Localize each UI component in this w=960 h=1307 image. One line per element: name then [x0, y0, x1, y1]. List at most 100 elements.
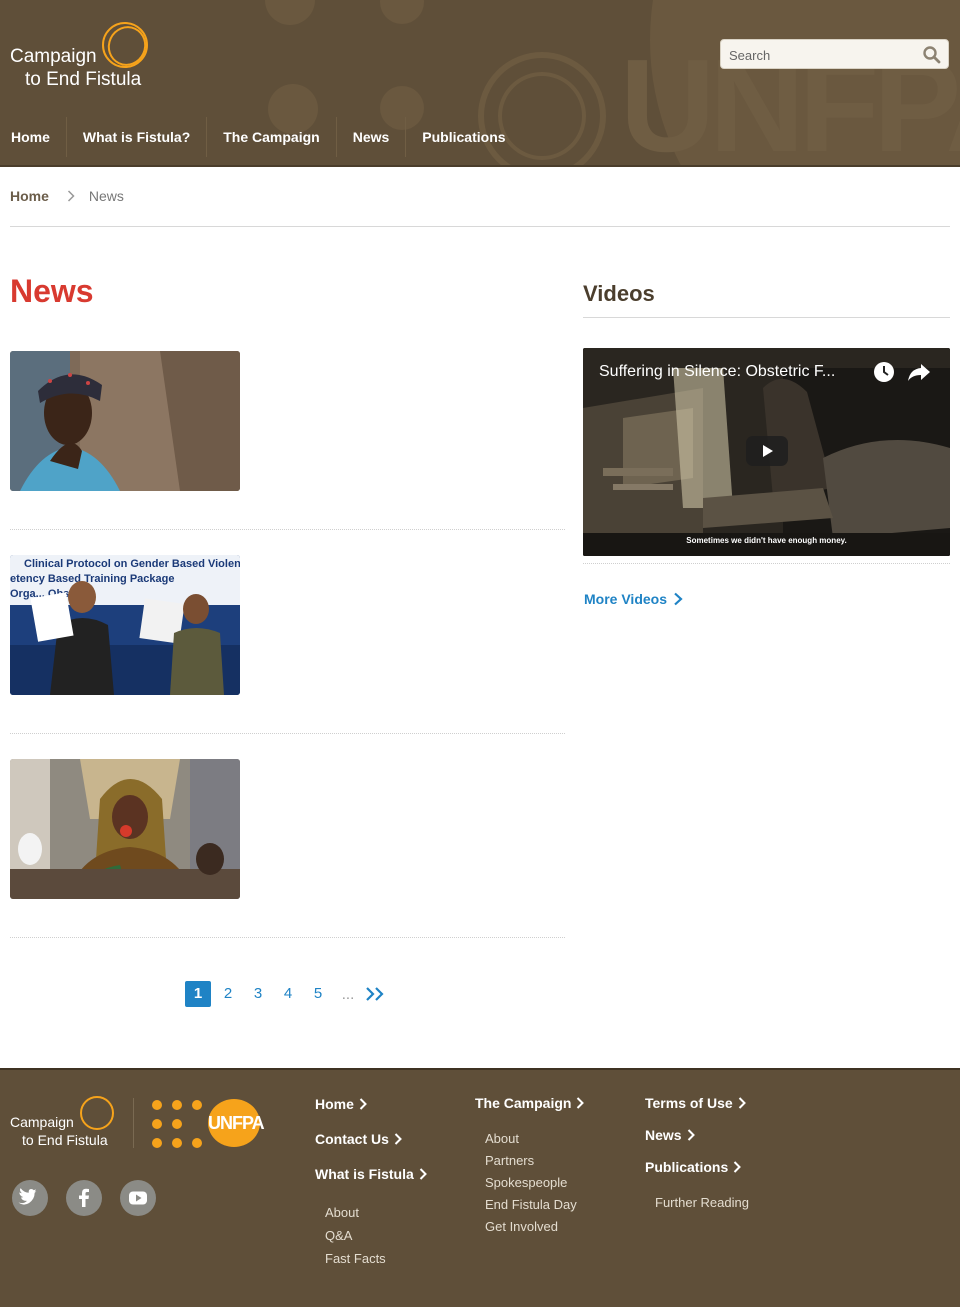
logo-text-line1: Campaign — [10, 46, 97, 67]
watch-later-icon[interactable] — [873, 361, 895, 383]
header-decoration-dot — [265, 0, 315, 25]
chevron-right-icon — [67, 190, 75, 202]
search-icon[interactable] — [922, 45, 942, 65]
footer-link-label: Contact Us — [315, 1131, 389, 1147]
videos-divider — [583, 317, 950, 318]
unfpa-dot — [192, 1100, 202, 1110]
breadcrumb: Home News — [10, 188, 124, 204]
footer-logo-line1: Campaign — [10, 1114, 74, 1130]
facebook-button[interactable] — [66, 1180, 102, 1216]
play-icon — [763, 445, 773, 457]
pagination: 1 2 3 4 5 ... — [185, 981, 387, 1007]
footer-link-news[interactable]: News — [645, 1127, 695, 1143]
footer-sublink-further-reading[interactable]: Further Reading — [655, 1195, 749, 1210]
footer-sublink-qa[interactable]: Q&A — [325, 1228, 352, 1243]
unfpa-dot — [152, 1100, 162, 1110]
chevron-right-icon — [359, 1098, 367, 1110]
page-title: News — [10, 273, 94, 309]
footer-link-label: The Campaign — [475, 1095, 572, 1111]
footer-link-terms-of-use[interactable]: Terms of Use — [645, 1095, 746, 1111]
nav-home[interactable]: Home — [0, 117, 67, 157]
footer-link-what-is-fistula[interactable]: What is Fistula — [315, 1166, 427, 1182]
chevron-right-icon — [738, 1097, 746, 1109]
page-5[interactable]: 5 — [305, 981, 331, 1007]
chevron-right-icon — [734, 1161, 742, 1173]
footer-sublink-partners[interactable]: Partners — [485, 1153, 534, 1168]
chevron-right-icon — [394, 1133, 402, 1145]
footer-link-label: Home — [315, 1096, 354, 1112]
footer-link-label: News — [645, 1127, 682, 1143]
logo-ring-icon — [80, 1096, 114, 1130]
page-1[interactable]: 1 — [185, 981, 211, 1007]
next-pages-icon[interactable] — [365, 986, 387, 1002]
video-title[interactable]: Suffering in Silence: Obstetric F... — [599, 363, 869, 381]
share-icon[interactable] — [907, 362, 931, 382]
header-decoration-dot — [380, 0, 424, 24]
search-box — [720, 39, 949, 69]
footer-logo-line2: to End Fistula — [22, 1132, 108, 1148]
twitter-icon — [18, 1188, 37, 1205]
unfpa-logo[interactable]: UNFPA — [150, 1098, 265, 1150]
footer-sublink-fast-facts[interactable]: Fast Facts — [325, 1251, 386, 1266]
breadcrumb-current: News — [88, 188, 124, 204]
footer-link-label: What is Fistula — [315, 1166, 414, 1182]
page-ellipsis: ... — [341, 985, 355, 1003]
unfpa-dot — [192, 1138, 202, 1148]
footer-link-label: Publications — [645, 1159, 729, 1175]
svg-text:Clinical Protocol on Gender Ba: Clinical Protocol on Gender Based Violen… — [24, 558, 240, 570]
footer-logo[interactable]: Campaign to End Fistula — [10, 1096, 120, 1156]
main-nav: Home What is Fistula? The Campaign News … — [0, 117, 522, 157]
more-videos-label: More Videos — [584, 591, 667, 607]
youtube-button[interactable] — [120, 1180, 156, 1216]
footer-sublink-get-involved[interactable]: Get Involved — [485, 1219, 558, 1234]
site-logo[interactable]: Campaign to End Fistula — [10, 19, 160, 94]
list-divider — [10, 529, 565, 530]
news-item-image[interactable] — [10, 759, 240, 899]
youtube-icon — [129, 1191, 147, 1205]
breadcrumb-home[interactable]: Home — [10, 188, 49, 204]
video-player[interactable]: Suffering in Silence: Obstetric F... Som… — [583, 348, 950, 556]
footer-sublink-about[interactable]: About — [325, 1205, 359, 1220]
play-button[interactable] — [746, 436, 788, 466]
unfpa-logo-text: UNFPA — [208, 1113, 265, 1133]
footer-sublink-campaign-about[interactable]: About — [485, 1131, 519, 1146]
sidebar-divider — [583, 563, 950, 564]
footer-link-the-campaign[interactable]: The Campaign — [475, 1095, 585, 1111]
unfpa-dot — [152, 1119, 162, 1129]
more-videos-link[interactable]: More Videos — [584, 591, 684, 607]
nav-news[interactable]: News — [337, 117, 407, 157]
unfpa-dot — [152, 1138, 162, 1148]
footer-link-label: Terms of Use — [645, 1095, 733, 1111]
unfpa-dot — [172, 1100, 182, 1110]
search-input[interactable] — [729, 45, 914, 65]
chevron-right-icon — [687, 1129, 695, 1141]
nav-what-is-fistula[interactable]: What is Fistula? — [67, 117, 208, 157]
facebook-icon — [79, 1188, 89, 1207]
chevron-right-icon — [674, 592, 683, 606]
unfpa-dot — [172, 1119, 182, 1129]
footer-sublink-end-fistula-day[interactable]: End Fistula Day — [485, 1197, 577, 1212]
nav-publications[interactable]: Publications — [406, 117, 521, 157]
page-4[interactable]: 4 — [275, 981, 301, 1007]
news-item-image[interactable] — [10, 351, 240, 491]
chevron-right-icon — [577, 1097, 585, 1109]
video-caption: Sometimes we didn't have enough money. — [686, 536, 847, 545]
breadcrumb-divider — [10, 226, 950, 227]
svg-text:etency Based Training Package: etency Based Training Package — [10, 573, 174, 585]
list-divider — [10, 937, 565, 938]
page-2[interactable]: 2 — [215, 981, 241, 1007]
unfpa-dot — [172, 1138, 182, 1148]
footer-link-contact-us[interactable]: Contact Us — [315, 1131, 402, 1147]
nav-the-campaign[interactable]: The Campaign — [207, 117, 337, 157]
footer-logo-divider — [133, 1098, 134, 1148]
site-footer: Campaign to End Fistula UNFPA Home Conta… — [0, 1068, 960, 1307]
logo-text-line2: to End Fistula — [25, 69, 142, 90]
chevron-right-icon — [419, 1168, 427, 1180]
twitter-button[interactable] — [12, 1180, 48, 1216]
footer-link-publications[interactable]: Publications — [645, 1159, 742, 1175]
site-header: UNFPA Campaign to End Fistula Home What … — [0, 0, 960, 167]
page-3[interactable]: 3 — [245, 981, 271, 1007]
footer-link-home[interactable]: Home — [315, 1096, 367, 1112]
footer-sublink-spokespeople[interactable]: Spokespeople — [485, 1175, 567, 1190]
news-item-image[interactable]: Clinical Protocol on Gender Based Violen… — [10, 555, 240, 695]
